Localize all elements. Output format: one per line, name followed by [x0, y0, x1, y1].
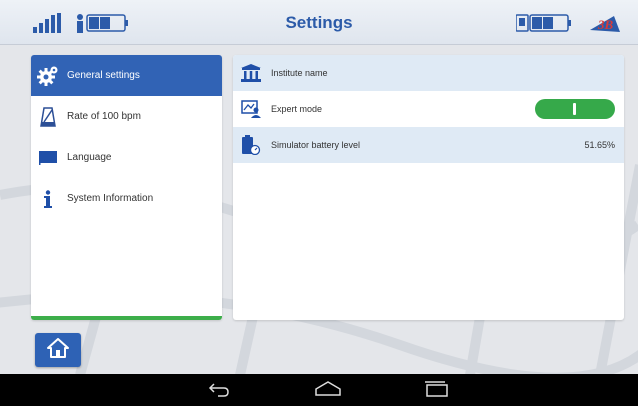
home-nav-icon: [314, 380, 342, 402]
expert-mode-toggle[interactable]: [535, 99, 615, 119]
logo-text: 3B: [597, 17, 614, 32]
setting-label: Simulator battery level: [271, 140, 361, 150]
settings-screen: Settings 3B General settings Rate of 100…: [0, 0, 638, 406]
battery-gauge-icon: [241, 135, 261, 155]
menu-item-general-settings[interactable]: General settings: [31, 55, 222, 96]
setting-label: Institute name: [271, 68, 328, 78]
recents-icon: [422, 380, 450, 402]
setting-row-institute-name[interactable]: Institute name: [233, 55, 624, 91]
back-button[interactable]: [204, 382, 234, 400]
toggle-knob: [573, 103, 576, 115]
menu-item-label: Rate of 100 bpm: [67, 111, 141, 122]
menu-item-label: General settings: [67, 70, 140, 81]
setting-label: Expert mode: [271, 104, 323, 114]
menu-item-system-information[interactable]: System Information: [31, 178, 222, 219]
menu-item-rate[interactable]: Rate of 100 bpm: [31, 96, 222, 137]
recents-button[interactable]: [421, 380, 451, 402]
settings-detail-panel: Institute name Expert mode Simulator bat…: [233, 55, 624, 320]
menu-bottom-bar: [31, 316, 222, 320]
info-icon: [37, 188, 59, 210]
system-nav-bar: [0, 374, 638, 406]
flag-icon: [37, 147, 59, 169]
top-bar: Settings 3B: [0, 0, 638, 45]
menu-item-label: System Information: [67, 193, 154, 204]
device-battery-icon: [515, 13, 574, 38]
menu-item-label: Language: [67, 152, 112, 163]
setting-row-expert-mode: Expert mode: [233, 91, 624, 127]
3b-logo-icon: 3B: [588, 12, 622, 39]
metronome-icon: [37, 106, 59, 128]
menu-item-language[interactable]: Language: [31, 137, 222, 178]
home-nav-button[interactable]: [313, 380, 343, 402]
home-button[interactable]: [35, 333, 81, 367]
expert-mode-icon: [241, 99, 261, 119]
setting-row-battery-level: Simulator battery level 51.65%: [233, 127, 624, 163]
gear-icon: [37, 65, 59, 87]
settings-menu: General settings Rate of 100 bpm Languag…: [31, 55, 222, 320]
back-icon: [206, 381, 232, 402]
home-icon: [47, 337, 69, 363]
battery-level-value: 51.65%: [584, 140, 615, 150]
institution-icon: [241, 63, 261, 83]
